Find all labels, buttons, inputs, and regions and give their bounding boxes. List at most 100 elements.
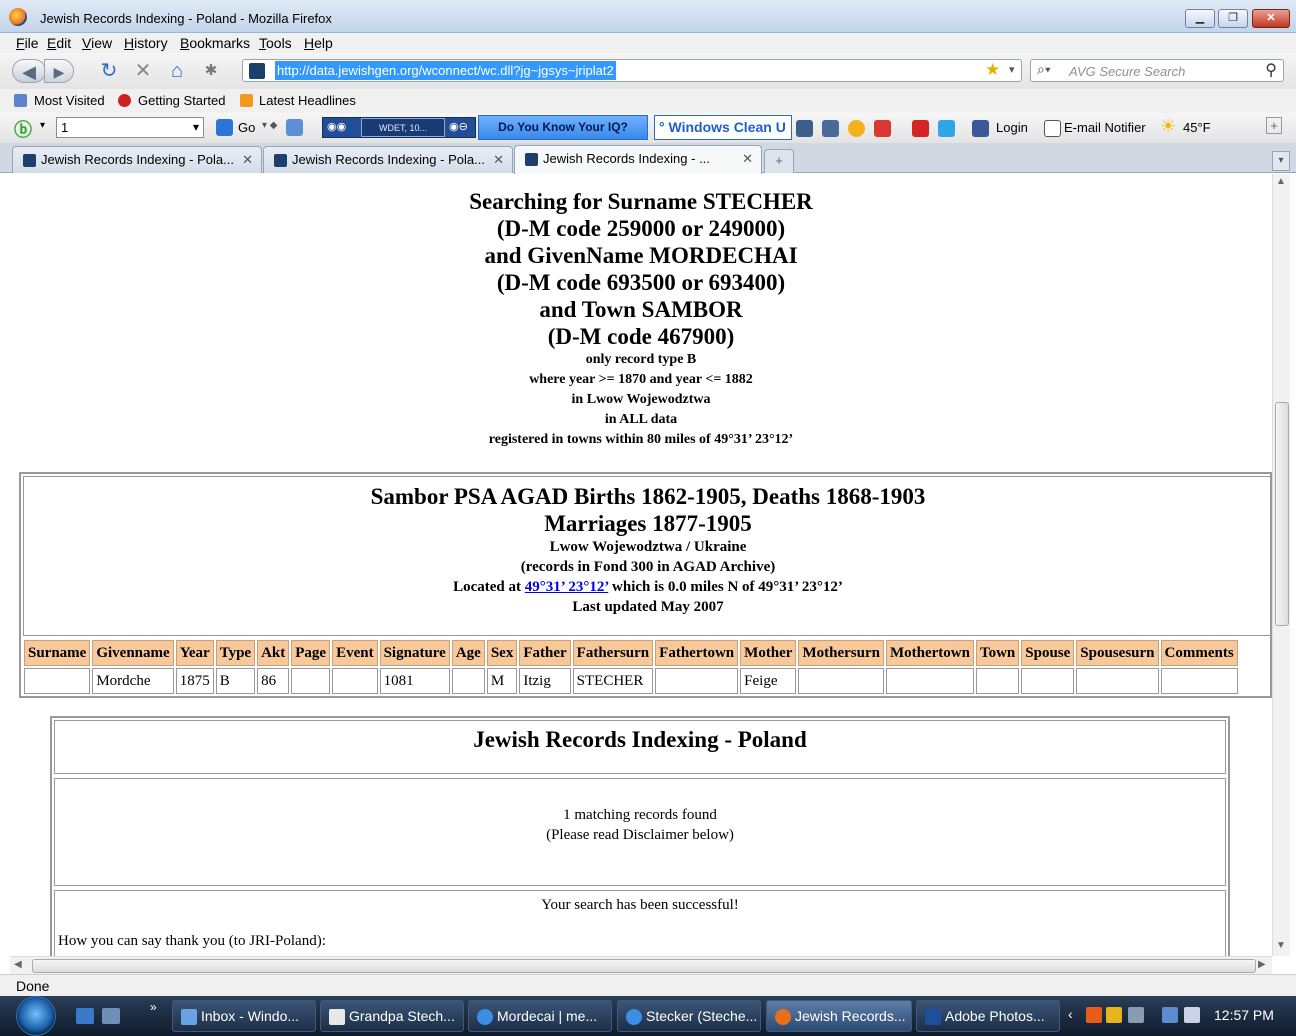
bookmark-latest-headlines[interactable]: Latest Headlines [259, 93, 356, 108]
windows-clean-button[interactable]: ° Windows Clean U [654, 115, 792, 140]
tab-list-icon[interactable]: ▾ [1272, 151, 1290, 171]
maximize-button[interactable]: ❐ [1218, 9, 1248, 28]
site-identity-icon[interactable] [249, 63, 265, 79]
volume-icon[interactable]: ◉⊖ [449, 118, 468, 137]
start-button[interactable] [16, 996, 56, 1036]
bookmark-star-icon[interactable]: ★ [985, 60, 1000, 80]
toolbar-combo[interactable]: 1 [56, 117, 204, 138]
scroll-left-icon[interactable]: ◀ [14, 959, 22, 970]
menu-tools[interactable]: Tools [259, 35, 292, 51]
vertical-scrollbar[interactable]: ▲ ▼ [1272, 174, 1290, 956]
weather-widget-icon[interactable] [874, 120, 891, 137]
criteria-data: in ALL data [604, 412, 678, 427]
minimize-button[interactable]: ▁ [1185, 9, 1215, 28]
horizontal-scroll-thumb[interactable] [32, 959, 1256, 973]
tab-1[interactable]: Jewish Records Indexing - Pola... ✕ [12, 146, 262, 173]
switch-windows-icon[interactable] [102, 1008, 120, 1024]
show-desktop-icon[interactable] [76, 1008, 94, 1024]
cell-page [291, 668, 331, 694]
go-dropdown-icon[interactable]: ▾ ◆ [262, 120, 278, 131]
menu-history[interactable]: History [124, 35, 168, 51]
game-icon[interactable] [796, 120, 813, 137]
tab-close-icon[interactable]: ✕ [742, 146, 753, 172]
weather-temp[interactable]: 45°F [1183, 120, 1211, 135]
quick-launch-chevron-icon[interactable]: » [150, 1000, 157, 1014]
search-box[interactable]: ⌕▾ AVG Secure Search ⚲ [1030, 59, 1284, 82]
go-button[interactable]: Go [238, 120, 255, 135]
station-label: WDET, 10... [361, 118, 445, 137]
menu-help[interactable]: Help [304, 35, 333, 51]
cell-age [451, 668, 485, 694]
toolbar-logo-dropdown-icon[interactable]: ▾ [40, 120, 45, 131]
tray-display-icon[interactable] [1162, 1007, 1178, 1023]
clock[interactable]: 12:57 PM [1214, 1007, 1274, 1023]
vertical-scroll-thumb[interactable] [1275, 402, 1289, 626]
criteria-province: in Lwow Wojewodztwa [571, 392, 711, 407]
tab-2[interactable]: Jewish Records Indexing - Pola... ✕ [263, 146, 513, 173]
radio-icon[interactable] [848, 120, 865, 137]
menu-bar: File Edit View History Bookmarks Tools H… [0, 33, 1296, 53]
scroll-down-icon[interactable]: ▼ [1276, 940, 1286, 951]
scroll-right-icon[interactable]: ▶ [1258, 959, 1266, 970]
task-grandpa[interactable]: Grandpa Stech... [320, 1000, 464, 1032]
window-title: Jewish Records Indexing - Poland - Mozil… [40, 11, 332, 26]
tray-expand-icon[interactable]: ‹ [1068, 1006, 1073, 1022]
search-engine-icon[interactable]: ⌕▾ [1037, 61, 1051, 78]
search-go-icon[interactable]: ⚲ [1265, 60, 1277, 80]
menu-bookmarks[interactable]: Bookmarks [180, 35, 250, 51]
addon-icon[interactable]: ✱ [200, 59, 222, 83]
location-link[interactable]: 49°31’ 23°12’ [525, 579, 609, 595]
criteria-radius: registered in towns within 80 miles of 4… [488, 432, 794, 447]
forward-button[interactable]: ▶ [44, 59, 74, 83]
reload-icon[interactable]: ↻ [98, 59, 120, 83]
horizontal-scrollbar[interactable]: ◀ ▶ [10, 956, 1272, 974]
tab-close-icon[interactable]: ✕ [242, 147, 253, 173]
back-button[interactable]: ◀ [12, 59, 46, 83]
url-dropdown-icon[interactable]: ▾ [1009, 63, 1015, 76]
bookmark-most-visited[interactable]: Most Visited [34, 93, 105, 108]
task-stecker[interactable]: Stecker (Steche... [617, 1000, 761, 1032]
radio-player[interactable]: ◉◉ WDET, 10... ◉⊖ [322, 117, 476, 138]
page-icon[interactable] [286, 119, 303, 136]
facebook-icon[interactable] [972, 120, 989, 137]
tab-3[interactable]: Jewish Records Indexing - ... ✕ [514, 145, 762, 174]
task-inbox[interactable]: Inbox - Windo... [172, 1000, 316, 1032]
scroll-up-icon[interactable]: ▲ [1276, 176, 1286, 187]
status-text: Done [16, 978, 50, 994]
toolbar-add-icon[interactable]: + [1266, 117, 1282, 134]
task-photoshop[interactable]: Adobe Photos... [916, 1000, 1060, 1032]
email-notifier-button[interactable]: E-mail Notifier [1064, 120, 1146, 135]
cell-mother: Feige [740, 668, 797, 694]
go-icon[interactable] [216, 119, 233, 136]
stop-icon[interactable]: ✕ [132, 59, 154, 83]
tray-security-icon[interactable] [1106, 1007, 1122, 1023]
menu-file[interactable]: File [16, 35, 39, 51]
windows-taskbar: » Inbox - Windo... Grandpa Stech... Mord… [0, 996, 1296, 1036]
email-icon[interactable] [1044, 120, 1061, 137]
bookmark-getting-started[interactable]: Getting Started [138, 93, 225, 108]
toolbar-logo-icon[interactable]: ⓑ [14, 116, 32, 142]
calendar-icon[interactable] [822, 120, 839, 137]
url-text[interactable]: http://data.jewishgen.org/wconnect/wc.dl… [275, 61, 616, 80]
menu-view[interactable]: View [82, 35, 112, 51]
tab-close-icon[interactable]: ✕ [493, 147, 504, 173]
database-updated: Last updated May 2007 [572, 599, 724, 615]
volume-icon[interactable] [1184, 1007, 1200, 1023]
tray-app-icon[interactable] [1086, 1007, 1102, 1023]
column-header-surname: Surname [24, 640, 91, 666]
cell-fathertown [655, 668, 739, 694]
menu-edit[interactable]: Edit [47, 35, 71, 51]
new-tab-button[interactable]: + [764, 149, 794, 173]
task-mordecai[interactable]: Mordecai | me... [468, 1000, 612, 1032]
address-bar[interactable]: http://data.jewishgen.org/wconnect/wc.dl… [242, 59, 1022, 82]
task-jewish-records[interactable]: Jewish Records... [766, 1000, 912, 1032]
login-button[interactable]: Login [996, 120, 1028, 135]
close-button[interactable]: ✕ [1252, 9, 1290, 28]
twitter-icon[interactable] [938, 120, 955, 137]
tray-network-icon[interactable] [1128, 1007, 1144, 1023]
iq-button[interactable]: Do You Know Your IQ? [478, 115, 648, 140]
bookmarks-bar: Most Visited Getting Started Latest Head… [0, 89, 1296, 113]
youtube-icon[interactable] [912, 120, 929, 137]
play-icon[interactable]: ◉◉ [327, 118, 346, 137]
home-icon[interactable]: ⌂ [166, 59, 188, 83]
